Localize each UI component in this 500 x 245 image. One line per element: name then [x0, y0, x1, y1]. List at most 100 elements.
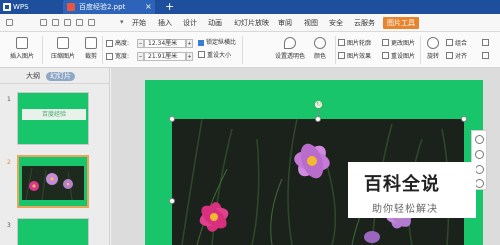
resize-handle-tl[interactable]: [169, 116, 175, 122]
tab-slides[interactable]: 幻灯片: [46, 72, 75, 81]
new-tab-button[interactable]: +: [165, 0, 174, 13]
ribbon-tab-bar: ▾ 开始 插入 设计 动画 幻灯片放映 审阅 视图 安全 云服务 图片工具: [0, 14, 500, 32]
width-icon: [106, 53, 113, 60]
set-transparent-button[interactable]: 设置透明色: [270, 37, 310, 60]
tab-slideshow[interactable]: 幻灯片放映: [234, 18, 269, 28]
insert-picture-button[interactable]: 插入图片: [4, 37, 40, 60]
resize-handle-left[interactable]: [169, 198, 175, 204]
menu-icon[interactable]: [6, 19, 13, 26]
slide-editor-canvas[interactable]: ↻: [111, 68, 500, 245]
app-name[interactable]: WPS: [13, 2, 29, 12]
picture-effect-button[interactable]: 图片效果: [338, 52, 371, 61]
watermark-badge: 百科全说 助你轻松解决: [348, 162, 476, 218]
tab-animation[interactable]: 动画: [208, 18, 222, 28]
picture-outline-label: 图片轮廓: [347, 40, 372, 47]
change-picture-icon: [382, 39, 389, 46]
width-input[interactable]: 21.91厘米: [144, 52, 186, 61]
zoom-quick-icon[interactable]: [475, 165, 484, 174]
change-picture-button[interactable]: 更改图片: [382, 39, 415, 48]
combine-icon: [446, 39, 453, 46]
width-increment[interactable]: +: [186, 52, 193, 61]
reset-picture-button[interactable]: 重设图片: [382, 52, 415, 61]
height-label: 高度:: [115, 40, 130, 47]
slide-thumbnail-2[interactable]: [17, 155, 89, 208]
tab-cloud[interactable]: 云服务: [354, 18, 375, 28]
document-tab-label: 百度经验2.ppt: [79, 3, 126, 11]
resize-handle-tr[interactable]: [461, 116, 467, 122]
more-quick-icon[interactable]: [475, 179, 484, 188]
insert-picture-label: 插入图片: [9, 53, 34, 60]
picture-outline-button[interactable]: 图片轮廓: [338, 39, 371, 48]
slide-thumbnail-3[interactable]: [17, 218, 89, 245]
divider: [102, 36, 103, 64]
reset-size-icon: [198, 51, 205, 58]
layout-option-icon[interactable]: [475, 135, 484, 144]
tab-outline[interactable]: 大纲: [26, 72, 40, 81]
rotation-connector: [318, 110, 319, 117]
height-input[interactable]: 12.34厘米: [144, 39, 186, 48]
rotate-button[interactable]: 旋转: [424, 37, 442, 60]
bring-forward-icon[interactable]: [482, 39, 489, 46]
set-transparent-label: 设置透明色: [274, 53, 305, 60]
slide-number: 1: [7, 96, 11, 103]
transparent-color-icon: [284, 37, 296, 49]
tab-picture-tools[interactable]: 图片工具: [383, 17, 419, 29]
height-decrement[interactable]: −: [137, 39, 144, 48]
tab-review[interactable]: 审阅: [278, 18, 292, 28]
tab-security[interactable]: 安全: [329, 18, 343, 28]
rotate-icon: [427, 37, 439, 49]
rotate-handle-icon[interactable]: ↻: [314, 100, 323, 109]
outline-icon: [338, 39, 345, 46]
height-icon: [106, 40, 113, 47]
height-increment[interactable]: +: [186, 39, 193, 48]
lock-ratio-label: 锁定纵横比: [206, 39, 237, 46]
color-label: 颜色: [313, 53, 326, 60]
crop-label: 裁剪: [84, 53, 97, 60]
width-label: 宽度:: [115, 53, 130, 60]
effect-icon: [338, 52, 345, 59]
save-icon[interactable]: [40, 19, 47, 26]
send-backward-icon[interactable]: [482, 52, 489, 59]
insert-picture-icon: [16, 37, 28, 49]
tab-insert[interactable]: 插入: [158, 18, 172, 28]
align-button[interactable]: 对齐: [446, 52, 467, 61]
close-tab-icon[interactable]: ×: [145, 1, 152, 12]
divider: [420, 36, 421, 64]
pane-tabs: 大纲 幻灯片: [0, 68, 110, 84]
width-decrement[interactable]: −: [137, 52, 144, 61]
wps-logo-icon: [3, 3, 11, 11]
thumbnail-flower-image: [22, 166, 84, 200]
slide-thumbnail-1[interactable]: 百度经验: [17, 92, 89, 145]
title-bar: WPS 百度经验2.ppt × +: [0, 0, 500, 14]
color-button[interactable]: 颜色: [311, 37, 329, 60]
crop-quick-icon[interactable]: [475, 150, 484, 159]
reset-picture-icon: [382, 52, 389, 59]
tab-view[interactable]: 视图: [304, 18, 318, 28]
crop-button[interactable]: 裁剪: [82, 37, 100, 60]
crop-icon: [85, 37, 97, 49]
divider: [335, 36, 336, 64]
compress-icon: [57, 37, 69, 49]
slide-number: 3: [7, 222, 11, 229]
reset-size-button[interactable]: 重设大小: [198, 51, 231, 60]
divider: [242, 36, 243, 64]
picture-effect-label: 图片效果: [347, 53, 372, 60]
print-icon[interactable]: [52, 19, 59, 26]
color-icon: [314, 37, 326, 49]
watermark-subtitle: 助你轻松解决: [372, 204, 438, 215]
align-icon: [446, 52, 453, 59]
combine-label: 组合: [455, 40, 468, 47]
divider: [42, 36, 43, 64]
change-picture-label: 更改图片: [391, 40, 416, 47]
document-tab[interactable]: 百度经验2.ppt ×: [63, 0, 155, 14]
combine-button[interactable]: 组合: [446, 39, 467, 48]
compress-picture-button[interactable]: 压缩图片: [46, 37, 80, 60]
qa-dropdown-icon[interactable]: ▾: [120, 18, 124, 26]
tab-home[interactable]: 开始: [132, 18, 146, 28]
lock-ratio-checkbox[interactable]: [198, 40, 204, 46]
preview-icon[interactable]: [64, 19, 71, 26]
thumbnail-photo: [22, 166, 84, 200]
redo-icon[interactable]: [88, 19, 95, 26]
undo-icon[interactable]: [76, 19, 83, 26]
tab-design[interactable]: 设计: [183, 18, 197, 28]
